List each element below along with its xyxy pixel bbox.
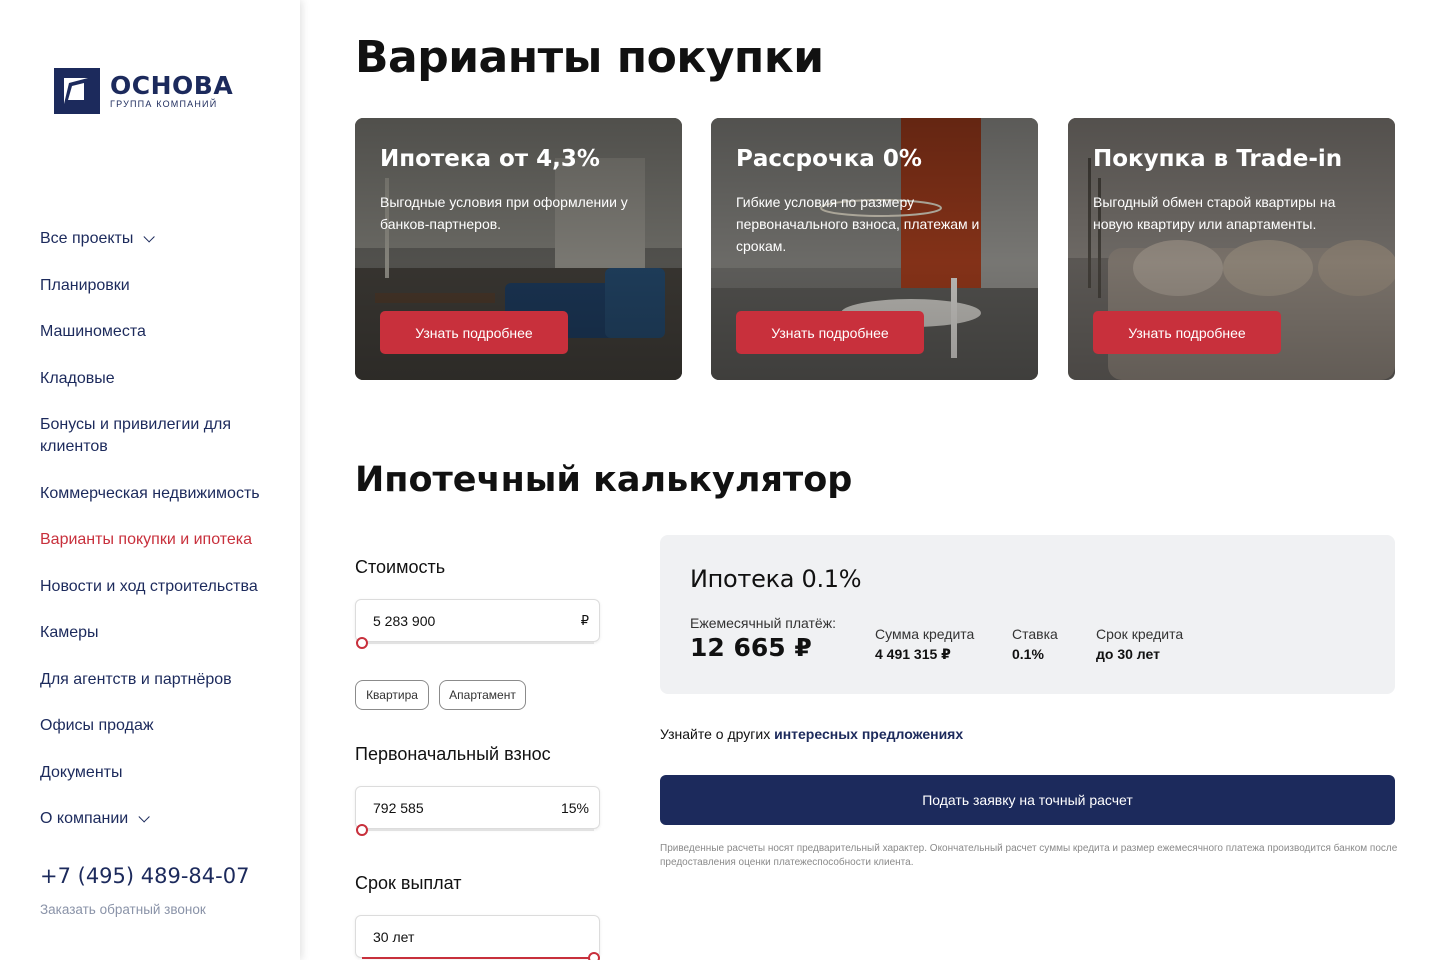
sidebar-item-label: Все проекты (40, 230, 134, 247)
type-chip-apartment[interactable]: Квартира (355, 680, 429, 710)
sidebar-item-cameras[interactable]: Камеры (40, 622, 280, 644)
term-slider[interactable] (362, 952, 600, 960)
down-payment-slider[interactable] (356, 824, 594, 836)
sidebar-item-all-projects[interactable]: Все проекты (40, 228, 280, 250)
sidebar-item-label: Планировки (40, 276, 130, 294)
loan-term-value: до 30 лет (1096, 646, 1160, 662)
result-panel: Ипотека 0.1% Ежемесячный платёж: 12 665 … (660, 535, 1395, 694)
sidebar-item-label: О компании (40, 810, 129, 827)
sidebar-item-label: Камеры (40, 624, 99, 641)
monthly-payment-label: Ежемесячный платёж: (690, 615, 836, 631)
offer-text: Узнайте о других (660, 726, 771, 742)
card-title: Рассрочка 0% (736, 146, 922, 172)
card-installment: Рассрочка 0% Гибкие условия по размеру п… (711, 118, 1038, 380)
sidebar-nav: Все проекты Планировки Машиноместа Кладо… (40, 228, 280, 855)
logo-name: ОСНОВА (110, 70, 234, 100)
card-mortgage: Ипотека от 4,3% Выгодные условия при офо… (355, 118, 682, 380)
result-title: Ипотека 0.1% (690, 565, 862, 593)
card-description: Гибкие условия по размеру первоначальног… (736, 194, 980, 254)
term-value: 30 лет (373, 928, 415, 945)
sidebar-item-label: Офисы продаж (40, 717, 154, 734)
slider-handle[interactable] (356, 637, 368, 649)
loan-amount-label: Сумма кредита (875, 626, 975, 642)
sidebar-item-label: Машиноместа (40, 323, 146, 340)
cost-slider[interactable] (356, 637, 594, 649)
callback-link[interactable]: Заказать обратный звонок (40, 902, 206, 917)
cost-field[interactable]: 5 283 900 ₽ (355, 599, 600, 642)
sidebar-item-news[interactable]: Новости и ход строительства (40, 576, 280, 598)
down-payment-percent: 15% (560, 799, 589, 816)
disclaimer-text: Приведенные расчеты носят предварительны… (660, 843, 1398, 868)
sidebar-item-purchase-options[interactable]: Варианты покупки и ипотека (40, 529, 280, 551)
chevron-down-icon (138, 811, 151, 823)
down-payment-value: 792 585 (373, 799, 424, 816)
sidebar-item-parking[interactable]: Машиноместа (40, 321, 280, 343)
sidebar-item-storage[interactable]: Кладовые (40, 368, 280, 390)
page-title: Варианты покупки (355, 32, 824, 83)
sidebar-item-label: Коммерческая недвижимость (40, 484, 260, 502)
type-chip-serviced-apartment[interactable]: Апартамент (439, 680, 526, 710)
currency-unit: ₽ (580, 612, 589, 628)
sidebar-item-label: Бонусы и привилегии для клиентов (40, 416, 232, 455)
offer-line: Узнайте о других интересных предложениях (660, 726, 963, 742)
monthly-payment-value: 12 665 ₽ (690, 633, 812, 662)
submit-application-button[interactable]: Подать заявку на точный расчет (660, 775, 1395, 825)
logo-subtitle: ГРУППА КОМПАНИЙ (110, 98, 218, 109)
rate-label: Ставка (1012, 626, 1058, 642)
sidebar-item-layouts[interactable]: Планировки (40, 275, 280, 297)
logo[interactable]: ОСНОВА ГРУППА КОМПАНИЙ (52, 66, 233, 116)
rate-value: 0.1% (1012, 646, 1044, 662)
loan-amount-value: 4 491 315 ₽ (875, 646, 951, 662)
cost-value: 5 283 900 (373, 612, 436, 629)
cost-label: Стоимость (355, 557, 446, 577)
sidebar-item-bonuses[interactable]: Бонусы и привилегии для клиентов (40, 414, 280, 458)
slider-handle[interactable] (588, 952, 600, 960)
phone-link[interactable]: +7 (495) 489-84-07 (40, 864, 249, 888)
offers-link[interactable]: интересных предложениях (774, 726, 963, 742)
calculator-title: Ипотечный калькулятор (355, 460, 853, 500)
sidebar-item-label: Варианты покупки и ипотека (40, 531, 253, 548)
card-title: Ипотека от 4,3% (380, 146, 600, 172)
down-payment-label: Первоначальный взнос (355, 744, 551, 764)
sidebar-item-label: Для агентств и партнёров (40, 670, 232, 688)
chevron-down-icon (143, 231, 156, 243)
sidebar-item-offices[interactable]: Офисы продаж (40, 715, 280, 737)
term-field[interactable]: 30 лет (355, 915, 600, 958)
sidebar: ОСНОВА ГРУППА КОМПАНИЙ Все проекты Плани… (0, 0, 300, 960)
learn-more-button[interactable]: Узнать подробнее (380, 311, 568, 354)
sidebar-item-partners[interactable]: Для агентств и партнёров (40, 669, 280, 691)
learn-more-button[interactable]: Узнать подробнее (736, 311, 924, 354)
loan-term-label: Срок кредита (1096, 626, 1184, 642)
sidebar-item-about[interactable]: О компании (40, 808, 280, 830)
term-label: Срок выплат (355, 873, 462, 893)
sidebar-item-label: Документы (40, 763, 123, 781)
card-title: Покупка в Trade-in (1093, 146, 1343, 172)
down-payment-field[interactable]: 792 585 15% (355, 786, 600, 829)
logo-mark-icon (52, 66, 102, 116)
card-trade-in: Покупка в Trade-in Выгодный обмен старой… (1068, 118, 1395, 380)
sidebar-item-label: Новости и ход строительства (40, 577, 258, 595)
card-description: Выгодный обмен старой квартиры на новую … (1093, 194, 1336, 232)
sidebar-item-label: Кладовые (40, 369, 115, 387)
learn-more-button[interactable]: Узнать подробнее (1093, 311, 1281, 354)
card-description: Выгодные условия при оформлении у банков… (380, 194, 628, 232)
purchase-options: Ипотека от 4,3% Выгодные условия при офо… (355, 118, 1395, 380)
sidebar-item-documents[interactable]: Документы (40, 762, 280, 784)
sidebar-item-commercial[interactable]: Коммерческая недвижимость (40, 483, 280, 505)
slider-handle[interactable] (356, 824, 368, 836)
